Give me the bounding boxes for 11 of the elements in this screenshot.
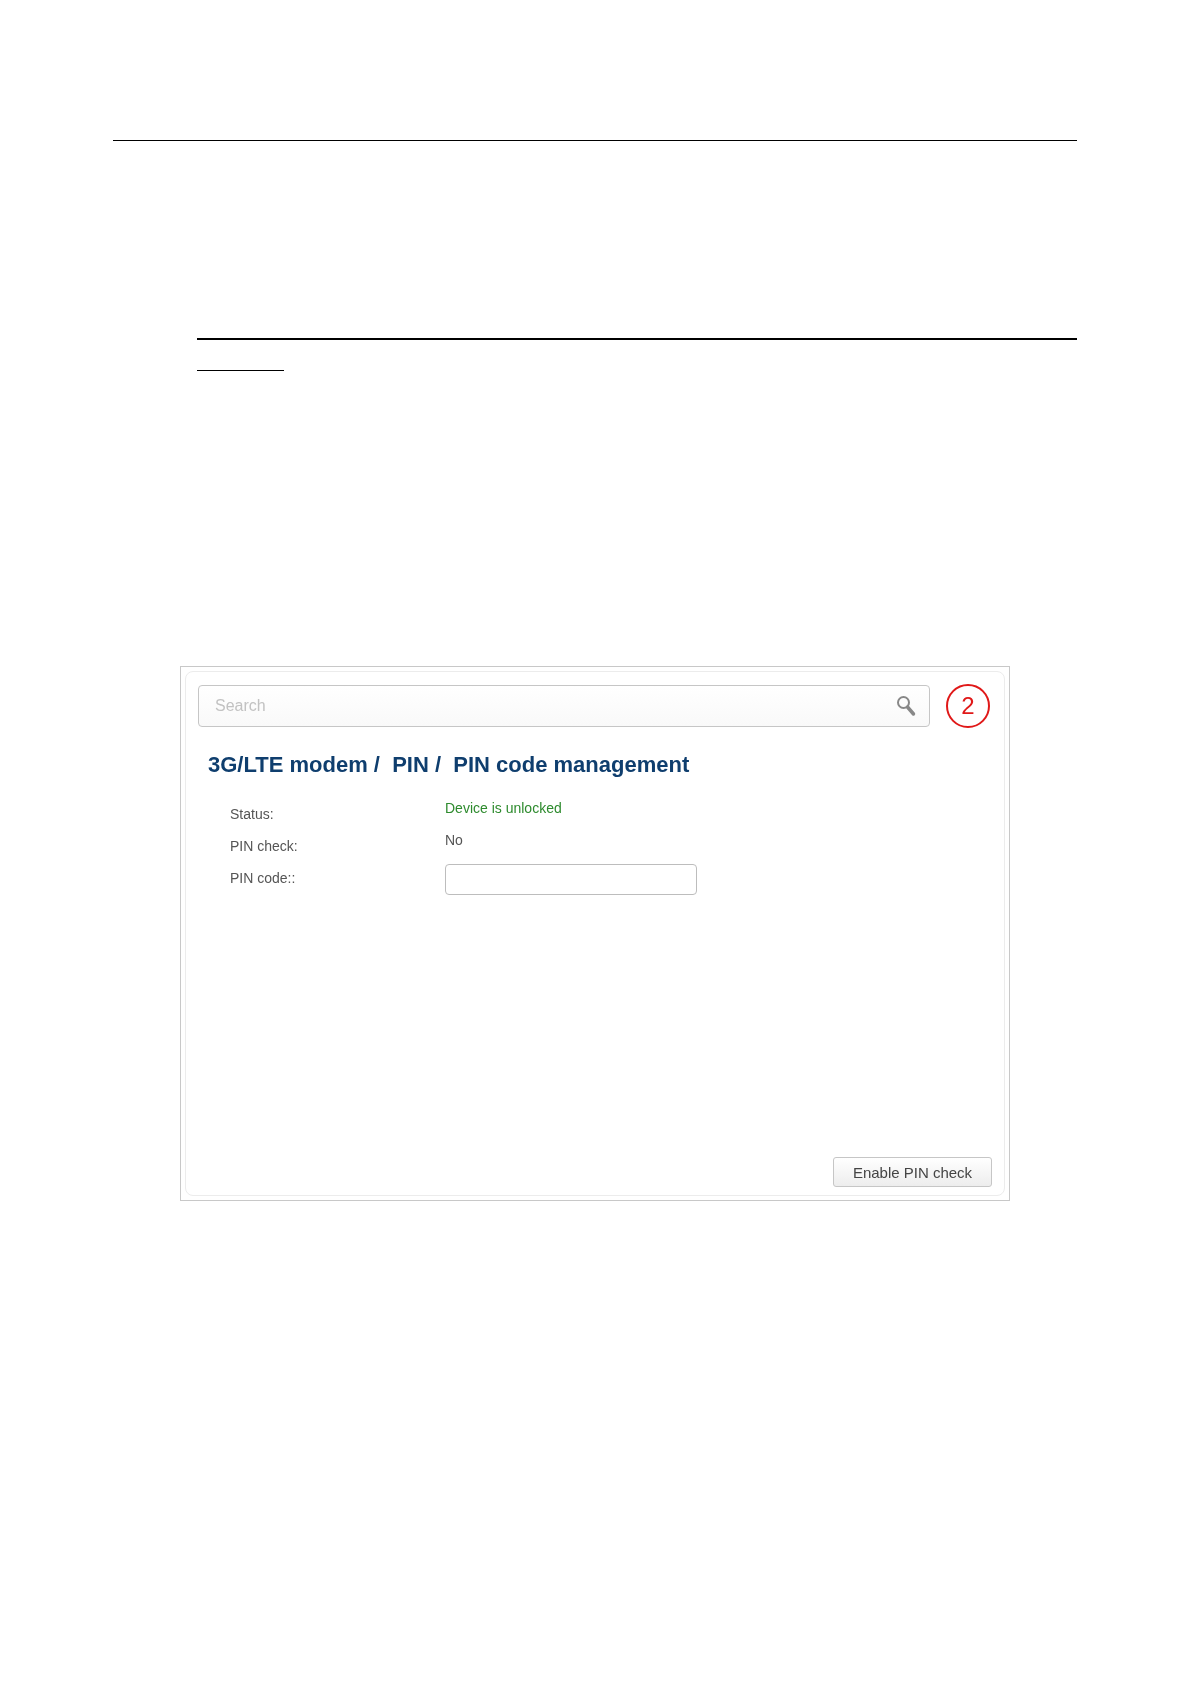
pin-code-field[interactable]: [445, 864, 697, 895]
field-value: Device is unlocked: [445, 800, 563, 816]
field-label: PIN code::: [230, 869, 297, 886]
search-icon[interactable]: [896, 695, 916, 717]
search-field[interactable]: Search: [198, 685, 930, 727]
enable-pin-check-button[interactable]: Enable PIN check: [833, 1157, 992, 1187]
page-title: 3G/LTE modem / PIN / PIN code management: [208, 752, 691, 778]
field-value: No: [445, 832, 464, 848]
field-label: PIN check:: [230, 837, 299, 854]
callout-number: 2: [946, 684, 990, 728]
field-label: Status:: [230, 805, 275, 822]
